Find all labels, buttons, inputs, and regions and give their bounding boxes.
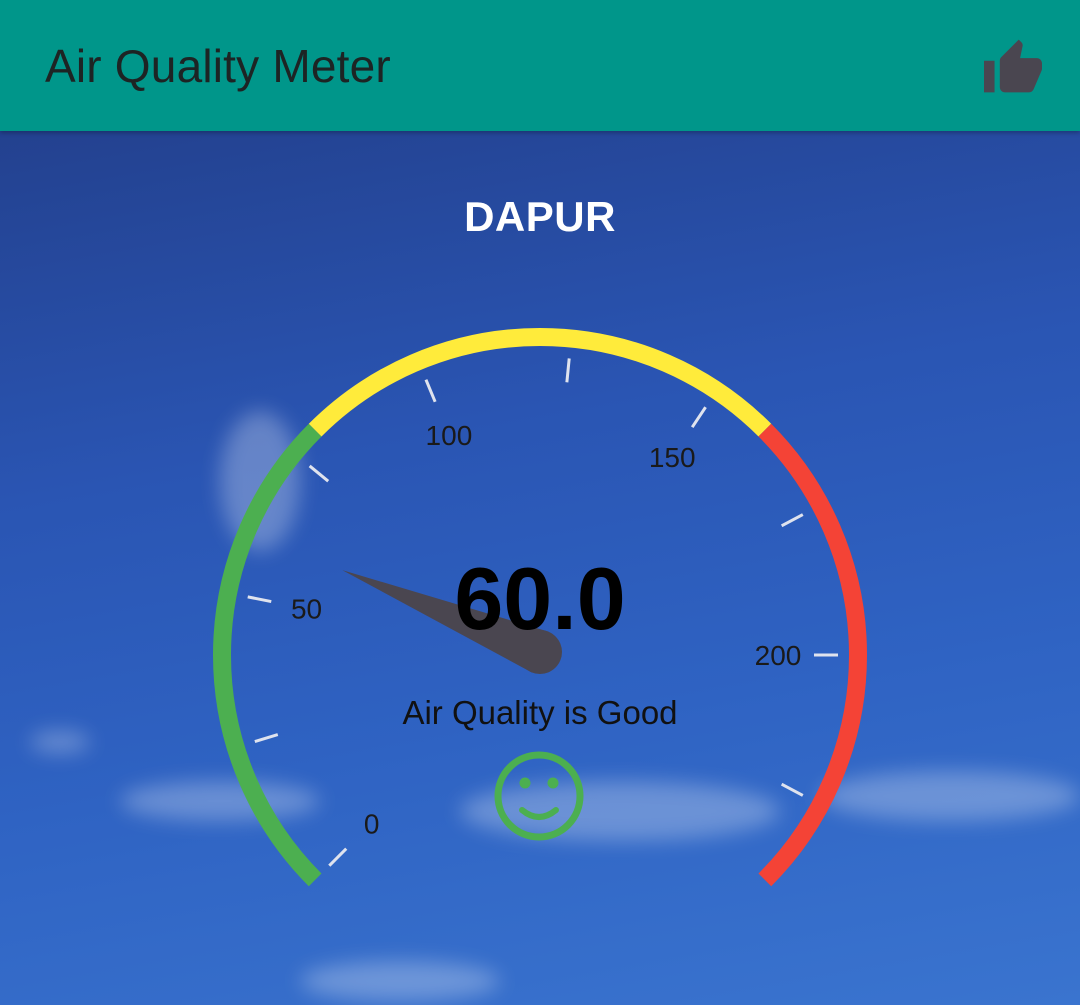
gauge-tick-label: 50 [291, 594, 322, 625]
gauge-tick [424, 379, 437, 403]
gauge-tick-label: 0 [364, 808, 380, 839]
status-text: Air Quality is Good [402, 694, 678, 731]
gauge-reading: 60.0 [454, 549, 626, 648]
gauge-tick [780, 782, 804, 797]
gauge-tick-label: 100 [426, 420, 473, 451]
gauge-tick [780, 513, 804, 528]
gauge-tick [690, 406, 707, 429]
app-title: Air Quality Meter [45, 39, 391, 92]
thumb-up-icon [984, 39, 1042, 92]
gauge-tick [254, 733, 279, 743]
gauge-tick [565, 358, 571, 383]
app-bar: Air Quality Meter [0, 0, 1080, 131]
gauge-tick [308, 464, 330, 483]
smiley-right-eye [547, 777, 559, 789]
gauge-tick-label: 200 [755, 640, 802, 671]
smiley-face-icon [494, 751, 584, 841]
gauge-tick [247, 595, 272, 604]
smiley-mouth [519, 807, 559, 820]
gauge-range-1 [308, 328, 772, 437]
gauge-tick [328, 847, 348, 867]
gauge-tick-label: 150 [649, 442, 696, 473]
air-quality-gauge: 0 50 100 150 200 [213, 328, 867, 887]
gauge-range-0 [213, 423, 322, 887]
smiley-left-eye [519, 777, 531, 789]
thumb-up-button[interactable] [980, 33, 1046, 99]
